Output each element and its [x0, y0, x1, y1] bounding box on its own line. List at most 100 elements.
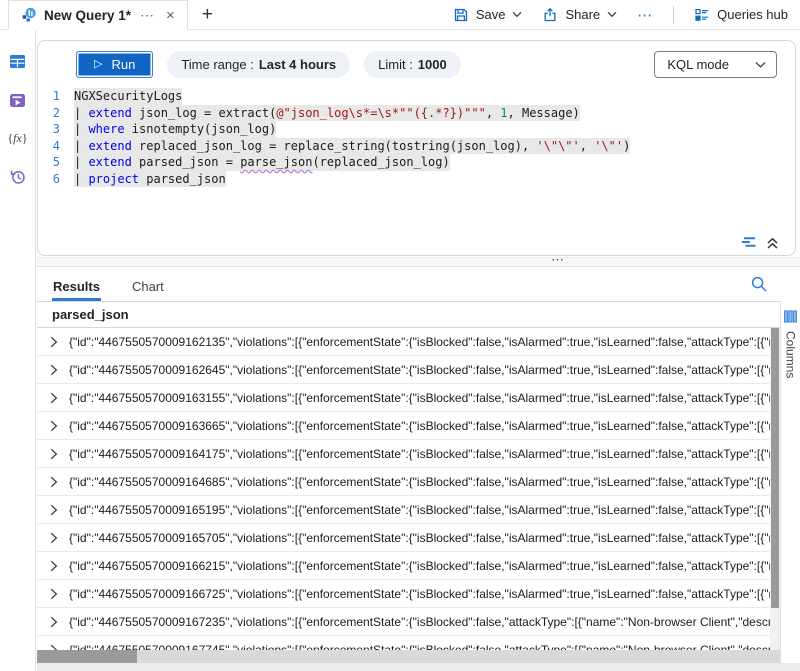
- code-line[interactable]: 6 | project parsed_json: [38, 171, 795, 188]
- line-number: 3: [38, 121, 74, 138]
- expand-row-icon[interactable]: [50, 504, 58, 516]
- table-row[interactable]: {"id":"4467550570009166215","violations"…: [37, 552, 770, 580]
- table-row[interactable]: {"id":"4467550570009164175","violations"…: [37, 440, 770, 468]
- limit-label: Limit :: [378, 57, 413, 72]
- table-row[interactable]: {"id":"4467550570009163155","violations"…: [37, 384, 770, 412]
- row-json-value: {"id":"4467550570009164685","violations"…: [69, 475, 770, 489]
- tab-chart[interactable]: Chart: [131, 279, 165, 301]
- search-icon[interactable]: [750, 275, 768, 293]
- line-number: 2: [38, 105, 74, 122]
- run-label: Run: [111, 57, 135, 72]
- save-icon: [453, 7, 469, 23]
- collapse-editor-icon[interactable]: [766, 236, 779, 250]
- code-text: | where isnotempty(json_log): [74, 121, 276, 138]
- table-row[interactable]: {"id":"4467550570009167745","violations"…: [37, 636, 770, 650]
- results-layout-icon[interactable]: [740, 235, 757, 250]
- tab-title: New Query 1*: [44, 8, 131, 23]
- table-row[interactable]: {"id":"4467550570009162135","violations"…: [37, 328, 770, 356]
- code-line[interactable]: 3 | where isnotempty(json_log): [38, 121, 795, 138]
- share-button[interactable]: Share: [542, 7, 617, 23]
- code-line[interactable]: 1 NGXSecurityLogs: [38, 88, 795, 105]
- azure-data-explorer-window: New Query 1* ⋯ × + Save: [0, 0, 800, 671]
- columns-panel-toggle[interactable]: Columns: [780, 301, 800, 663]
- row-json-value: {"id":"4467550570009165705","violations"…: [69, 531, 770, 545]
- time-range-value: Last 4 hours: [259, 57, 336, 72]
- header-actions: Save Share ⋯: [453, 0, 800, 29]
- adx-app-icon: [21, 7, 37, 23]
- run-button[interactable]: ▷ Run: [76, 51, 153, 78]
- editor-footer: [740, 235, 779, 250]
- code-text: | extend parsed_json = parse_json(replac…: [74, 154, 450, 171]
- sidebar-item-functions[interactable]: {fx}: [7, 132, 27, 144]
- vertical-scrollbar[interactable]: [770, 328, 780, 650]
- line-number: 4: [38, 138, 74, 155]
- expand-row-icon[interactable]: [50, 392, 58, 404]
- line-number: 5: [38, 154, 74, 171]
- row-json-value: {"id":"4467550570009164175","violations"…: [69, 447, 770, 461]
- horizontal-scrollbar[interactable]: [37, 650, 780, 663]
- row-json-value: {"id":"4467550570009166215","violations"…: [69, 559, 770, 573]
- queries-hub-button[interactable]: Queries hub: [694, 7, 788, 23]
- expand-row-icon[interactable]: [50, 420, 58, 432]
- expand-row-icon[interactable]: [50, 476, 58, 488]
- expand-row-icon[interactable]: [50, 448, 58, 460]
- function-icon: {fx}: [7, 131, 27, 145]
- results-grid: {"id":"4467550570009162135","violations"…: [37, 328, 770, 650]
- row-json-value: {"id":"4467550570009162645","violations"…: [69, 363, 770, 377]
- bottom-strip: [37, 663, 800, 671]
- sidebar-item-tables[interactable]: [9, 54, 26, 69]
- expand-row-icon[interactable]: [50, 336, 58, 348]
- query-mode-select[interactable]: KQL mode: [654, 51, 777, 78]
- expand-row-icon[interactable]: [50, 532, 58, 544]
- expand-row-icon[interactable]: [50, 560, 58, 572]
- query-editor[interactable]: 1 NGXSecurityLogs 2 | extend json_log = …: [38, 88, 795, 187]
- expand-row-icon[interactable]: [50, 364, 58, 376]
- code-line[interactable]: 2 | extend json_log = extract(@"json_log…: [38, 105, 795, 122]
- sidebar-item-materialized-views[interactable]: [9, 93, 26, 108]
- row-json-value: {"id":"4467550570009162135","violations"…: [69, 335, 770, 349]
- more-commands-icon[interactable]: ⋯: [637, 6, 653, 24]
- row-json-value: {"id":"4467550570009165195","violations"…: [69, 503, 770, 517]
- limit-picker[interactable]: Limit :1000: [364, 51, 461, 78]
- table-row[interactable]: {"id":"4467550570009165705","violations"…: [37, 524, 770, 552]
- time-range-label: Time range :: [181, 57, 254, 72]
- expand-row-icon[interactable]: [50, 588, 58, 600]
- share-icon: [542, 7, 558, 23]
- row-json-value: {"id":"4467550570009167235","violations"…: [69, 615, 770, 629]
- table-row[interactable]: {"id":"4467550570009166725","violations"…: [37, 580, 770, 608]
- save-label: Save: [476, 7, 506, 22]
- code-line[interactable]: 4 | extend replaced_json_log = replace_s…: [38, 138, 795, 155]
- header-divider: [673, 6, 674, 24]
- table-row[interactable]: {"id":"4467550570009165195","violations"…: [37, 496, 770, 524]
- pane-splitter[interactable]: ⋯: [37, 257, 800, 267]
- vertical-scrollbar-thumb[interactable]: [771, 328, 779, 608]
- history-icon: [9, 168, 27, 186]
- materialized-view-icon: [9, 93, 26, 108]
- sidebar-item-query-history[interactable]: [9, 168, 27, 186]
- results-tabs: Results Chart: [37, 268, 800, 301]
- new-tab-button[interactable]: +: [188, 0, 227, 29]
- tab-close-icon[interactable]: ×: [164, 7, 177, 24]
- table-row[interactable]: {"id":"4467550570009163665","violations"…: [37, 412, 770, 440]
- table-row[interactable]: {"id":"4467550570009167235","violations"…: [37, 608, 770, 636]
- share-label: Share: [565, 7, 600, 22]
- save-button[interactable]: Save: [453, 7, 523, 23]
- code-line[interactable]: 5 | extend parsed_json = parse_json(repl…: [38, 154, 795, 171]
- row-json-value: {"id":"4467550570009163665","violations"…: [69, 419, 770, 433]
- column-header-parsed-json[interactable]: parsed_json: [37, 301, 780, 328]
- time-range-picker[interactable]: Time range : Last 4 hours: [167, 51, 350, 78]
- tab-results[interactable]: Results: [52, 279, 101, 301]
- tab-more-icon[interactable]: ⋯: [138, 7, 157, 24]
- columns-icon: [783, 309, 798, 324]
- code-text: | extend replaced_json_log = replace_str…: [74, 138, 630, 155]
- horizontal-scrollbar-thumb[interactable]: [37, 650, 137, 663]
- table-row[interactable]: {"id":"4467550570009162645","violations"…: [37, 356, 770, 384]
- chevron-down-icon: [755, 61, 766, 69]
- results-pane: Results Chart parsed_json {"id":"4467550…: [37, 268, 800, 663]
- query-tab[interactable]: New Query 1* ⋯ ×: [8, 0, 188, 30]
- left-rail: {fx}: [0, 30, 36, 671]
- tab-bar: New Query 1* ⋯ × + Save: [0, 0, 800, 30]
- queries-hub-icon: [694, 7, 710, 23]
- expand-row-icon[interactable]: [50, 616, 58, 628]
- table-row[interactable]: {"id":"4467550570009164685","violations"…: [37, 468, 770, 496]
